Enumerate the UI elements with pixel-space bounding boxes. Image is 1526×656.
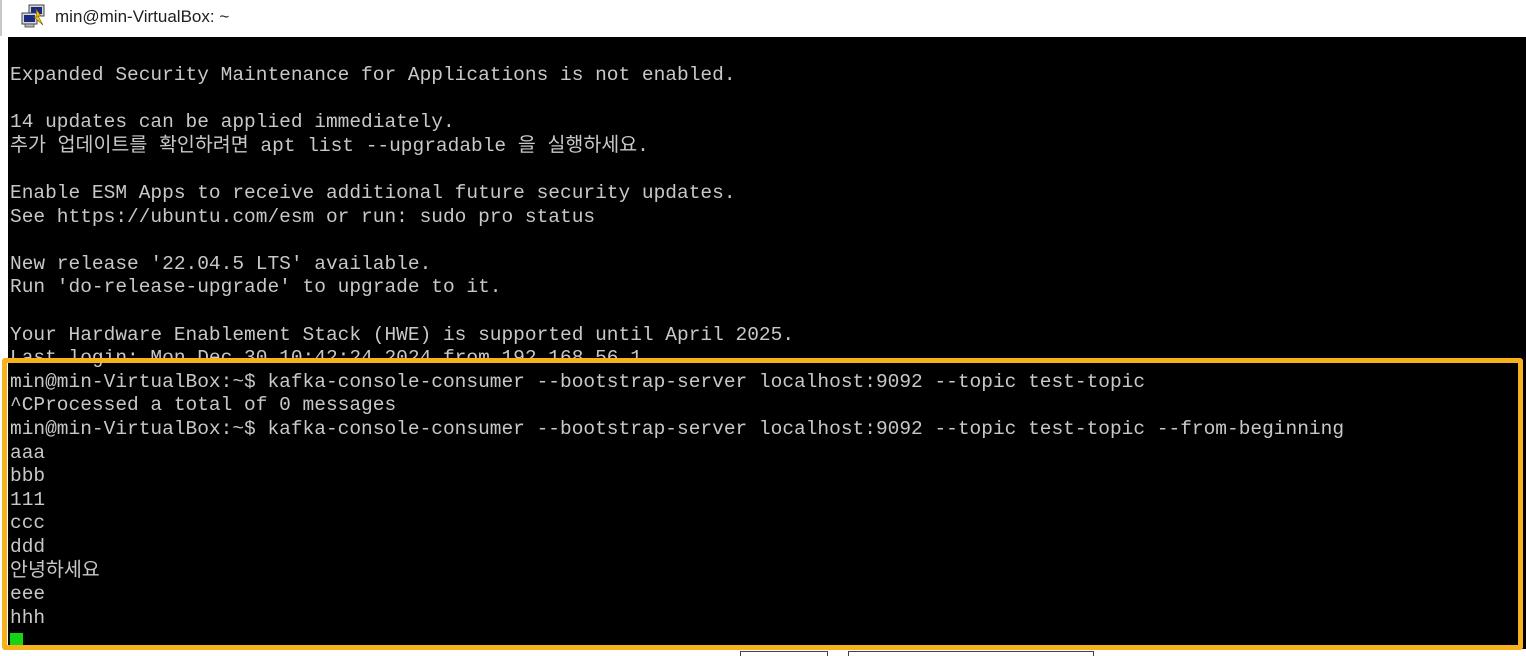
bottom-edge-item [740,651,828,656]
terminal-line: ccc [10,512,46,535]
terminal-line: min@min-VirtualBox:~$ kafka-console-cons… [10,370,1146,393]
window-title: min@min-VirtualBox: ~ [55,7,230,26]
terminal-line: New release '22.04.5 LTS' available. [10,252,432,275]
terminal-line: 14 updates can be applied immediately. [10,111,455,134]
terminal-cursor [10,633,23,645]
terminal-line: min@min-VirtualBox:~$ kafka-console-cons… [10,418,1345,440]
terminal-line: ddd [10,536,46,558]
title-bar[interactable]: min@min-VirtualBox: ~ [0,0,1526,36]
terminal-line: Your Hardware Enablement Stack (HWE) is … [10,323,795,346]
terminal-line: See https://ubuntu.com/esm or run: sudo … [10,205,596,228]
terminal-line: Enable ESM Apps to receive additional fu… [10,182,736,204]
terminal-line: Run 'do-release-upgrade' to upgrade to i… [10,276,502,299]
terminal-line: bbb [10,465,46,488]
terminal-line: 111 [10,488,46,511]
terminal-screen[interactable]: Expanded Security Maintenance for Applic… [8,37,1526,649]
terminal-line: Last login: Mon Dec 30 10:42:24 2024 fro… [10,347,642,370]
terminal-line: ^CProcessed a total of 0 messages [10,394,397,417]
bottom-edge-item [848,651,1094,656]
terminal-line: 안녕하세요 [10,559,100,582]
terminal-line: Expanded Security Maintenance for Applic… [10,64,736,86]
putty-window: min@min-VirtualBox: ~ Expanded Security … [0,0,1526,656]
putty-icon[interactable] [19,4,49,30]
terminal-line: hhh [10,606,46,629]
terminal-line: aaa [10,441,46,464]
terminal-line: eee [10,583,46,606]
terminal-line: 추가 업데이트를 확인하려면 apt list --upgradable 을 실… [10,134,649,157]
